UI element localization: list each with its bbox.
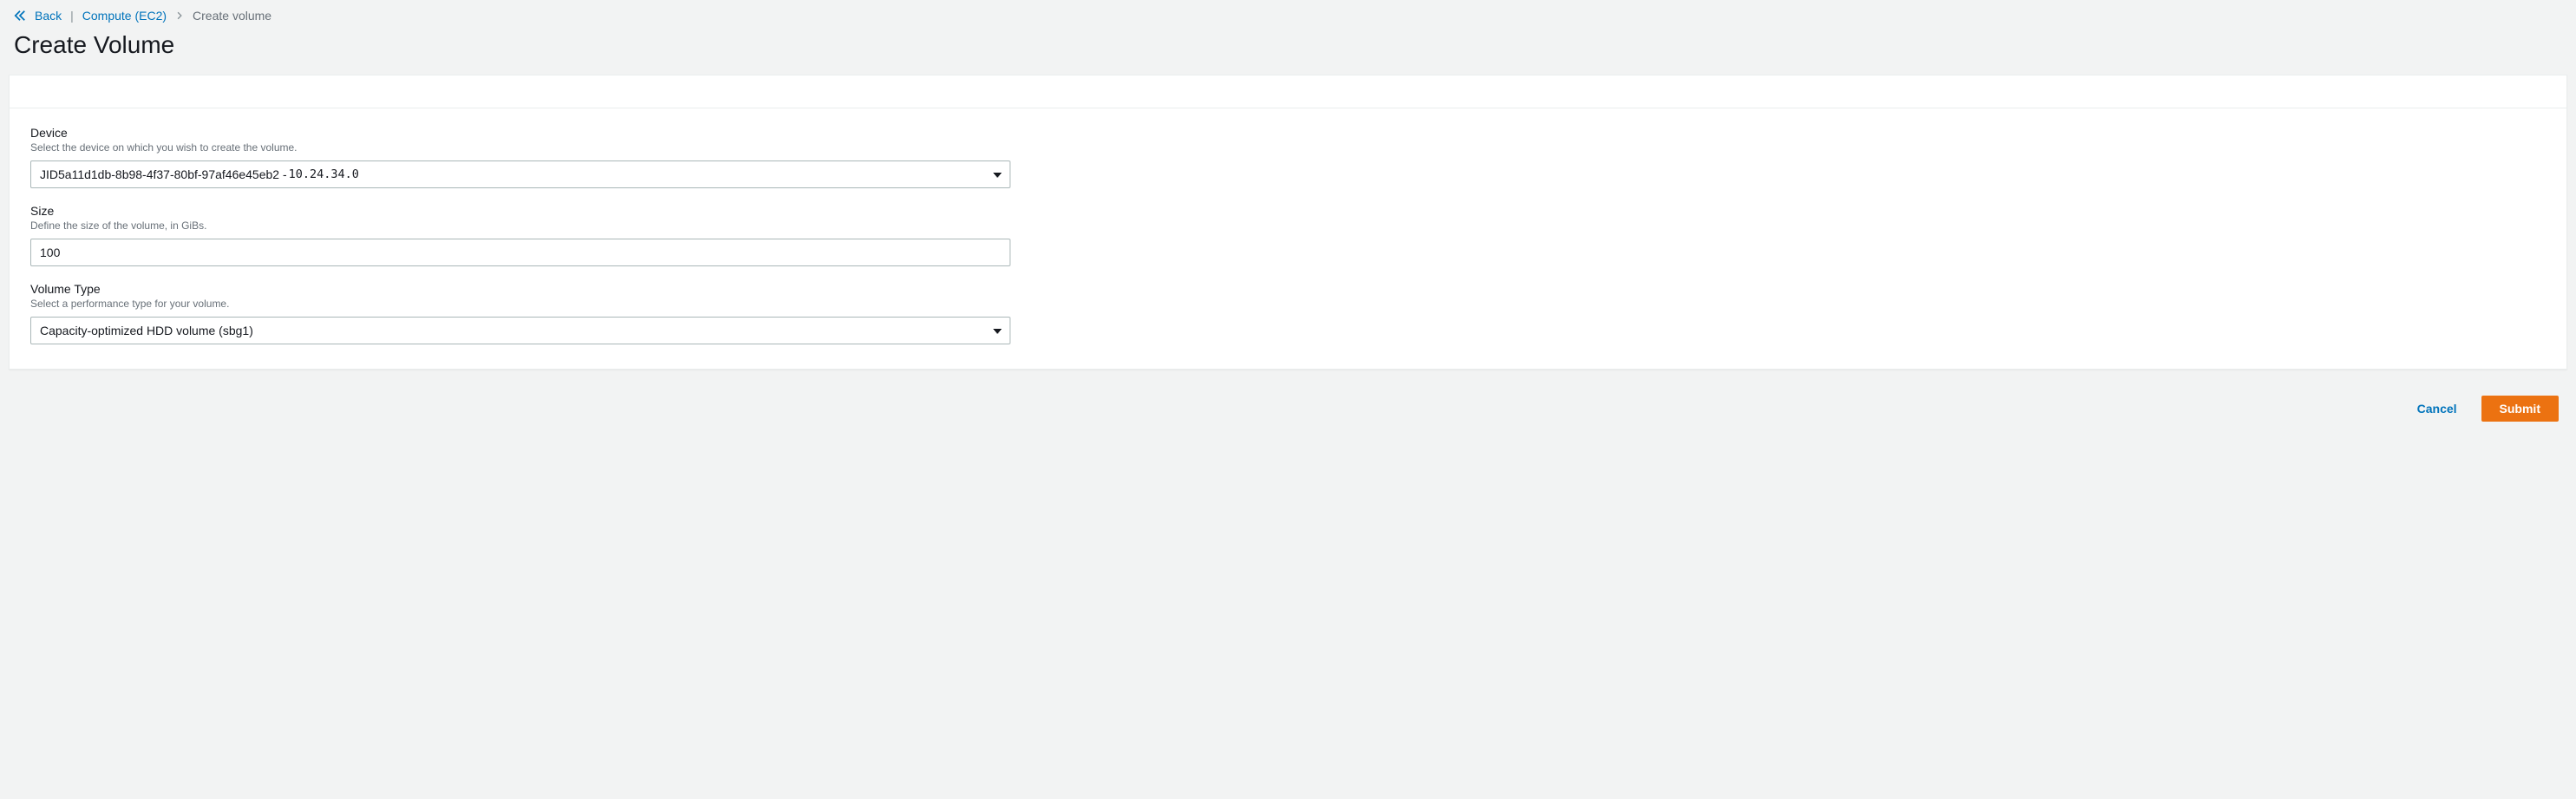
back-chevron-icon[interactable] (14, 10, 26, 22)
breadcrumb-separator: | (70, 9, 74, 23)
field-device: Device Select the device on which you wi… (30, 126, 1010, 188)
device-select[interactable]: JID5a11d1db-8b98-4f37-80bf-97af46e45eb2 … (30, 160, 1010, 188)
field-size: Size Define the size of the volume, in G… (30, 204, 1010, 266)
device-value-id: JID5a11d1db-8b98-4f37-80bf-97af46e45eb2 … (40, 167, 287, 181)
volume-type-label: Volume Type (30, 282, 1010, 296)
volume-type-hint: Select a performance type for your volum… (30, 298, 1010, 310)
field-volume-type: Volume Type Select a performance type fo… (30, 282, 1010, 344)
device-label: Device (30, 126, 1010, 140)
submit-button[interactable]: Submit (2481, 396, 2559, 422)
size-input[interactable] (30, 239, 1010, 266)
device-hint: Select the device on which you wish to c… (30, 141, 1010, 154)
size-hint: Define the size of the volume, in GiBs. (30, 219, 1010, 232)
volume-type-value: Capacity-optimized HDD volume (sbg1) (40, 324, 253, 337)
chevron-right-icon (175, 11, 184, 20)
form-actions: Cancel Submit (0, 370, 2576, 439)
device-value-ip: 10.24.34.0 (289, 167, 359, 181)
breadcrumb-current: Create volume (193, 9, 271, 23)
size-label: Size (30, 204, 1010, 218)
panel-header (10, 75, 2566, 108)
cancel-button[interactable]: Cancel (2409, 396, 2466, 421)
volume-type-select[interactable]: Capacity-optimized HDD volume (sbg1) (30, 317, 1010, 344)
breadcrumb-compute[interactable]: Compute (EC2) (82, 9, 167, 23)
form-panel: Device Select the device on which you wi… (9, 75, 2567, 370)
page-title: Create Volume (0, 28, 2576, 75)
breadcrumb: Back | Compute (EC2) Create volume (0, 0, 2576, 28)
breadcrumb-back[interactable]: Back (35, 9, 62, 23)
